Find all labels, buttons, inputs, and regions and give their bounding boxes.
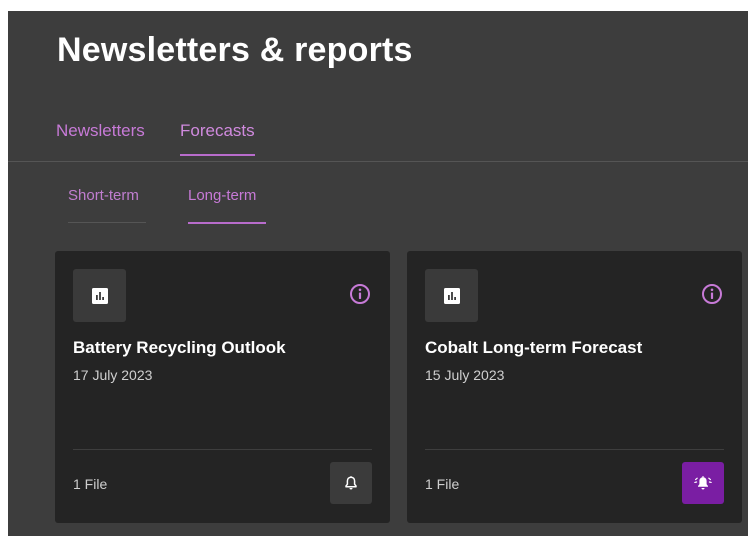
file-count: 1 File bbox=[425, 476, 460, 492]
report-title: Cobalt Long-term Forecast bbox=[425, 338, 643, 357]
report-card[interactable]: Cobalt Long-term Forecast 15 July 2023 1… bbox=[407, 251, 742, 523]
report-title: Battery Recycling Outlook bbox=[73, 338, 286, 357]
bar-chart-icon bbox=[91, 287, 108, 304]
report-card[interactable]: Battery Recycling Outlook 17 July 2023 1… bbox=[55, 251, 390, 523]
report-type-icon-box bbox=[73, 269, 126, 322]
subtab-long-term[interactable]: Long-term bbox=[188, 187, 267, 224]
file-count: 1 File bbox=[73, 476, 108, 492]
subtab-short-term[interactable]: Short-term bbox=[68, 187, 146, 223]
tab-newsletters[interactable]: Newsletters bbox=[56, 121, 145, 155]
info-icon[interactable] bbox=[349, 283, 371, 305]
tab-forecasts[interactable]: Forecasts bbox=[180, 121, 255, 156]
report-date: 15 July 2023 bbox=[425, 367, 505, 383]
bar-chart-icon bbox=[443, 287, 460, 304]
bell-icon bbox=[345, 476, 357, 490]
subtab-bar: Short-term Long-term bbox=[8, 187, 748, 227]
notification-button[interactable] bbox=[330, 462, 372, 504]
notification-button-subscribed[interactable] bbox=[682, 462, 724, 504]
info-icon[interactable] bbox=[701, 283, 723, 305]
report-type-icon-box bbox=[425, 269, 478, 322]
page-title: Newsletters & reports bbox=[57, 31, 413, 69]
card-divider bbox=[73, 449, 372, 450]
reports-panel: Newsletters & reports Newsletters Foreca… bbox=[8, 11, 748, 536]
tab-bar: Newsletters Forecasts bbox=[8, 121, 748, 162]
bell-ringing-icon bbox=[694, 476, 712, 490]
report-date: 17 July 2023 bbox=[73, 367, 153, 383]
card-divider bbox=[425, 449, 724, 450]
